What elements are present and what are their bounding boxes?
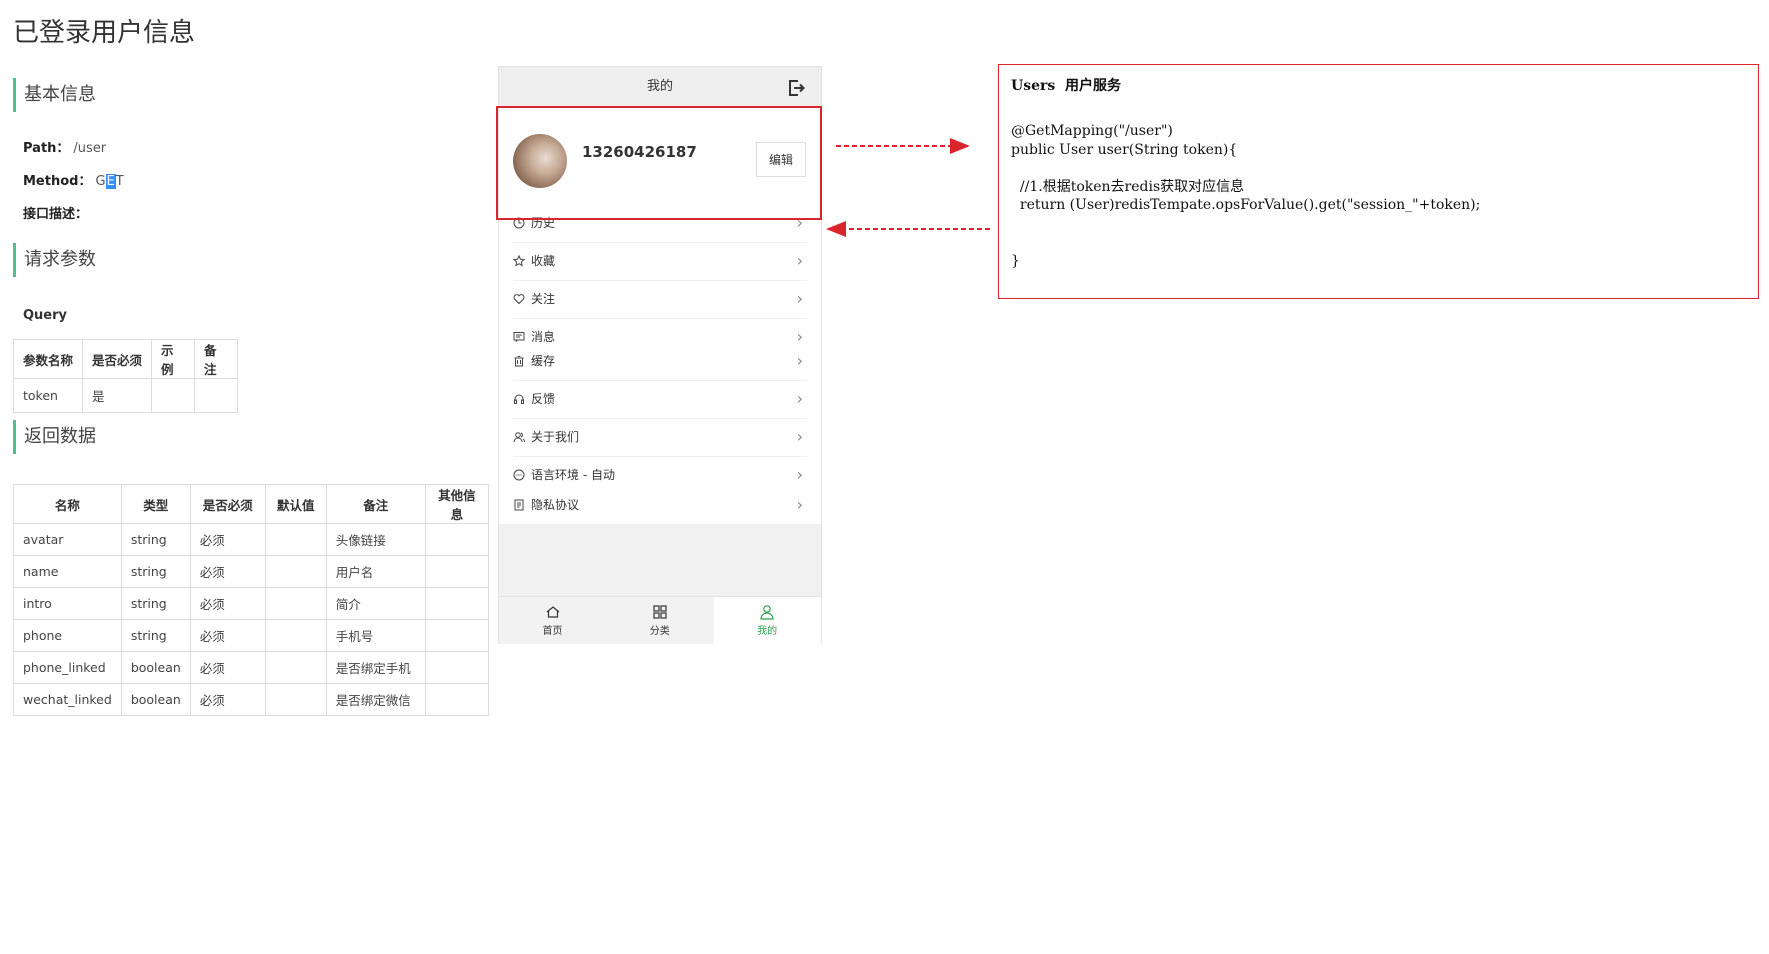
- code-line: }: [1011, 252, 1020, 269]
- code-line: //1.根据token去redis获取对应信息: [1011, 178, 1245, 195]
- code-annotation-box: Users 用户服务 @GetMapping("/user") public Us…: [998, 64, 1759, 299]
- code-line: return (User)redisTempate.opsForValue().…: [1011, 197, 1481, 213]
- code-line: @GetMapping("/user"): [1011, 123, 1173, 139]
- service-title: Users 用户服务: [1011, 78, 1122, 94]
- code-block: @GetMapping("/user") public User user(Str…: [1011, 122, 1480, 270]
- code-line: public User user(String token){: [1011, 141, 1238, 158]
